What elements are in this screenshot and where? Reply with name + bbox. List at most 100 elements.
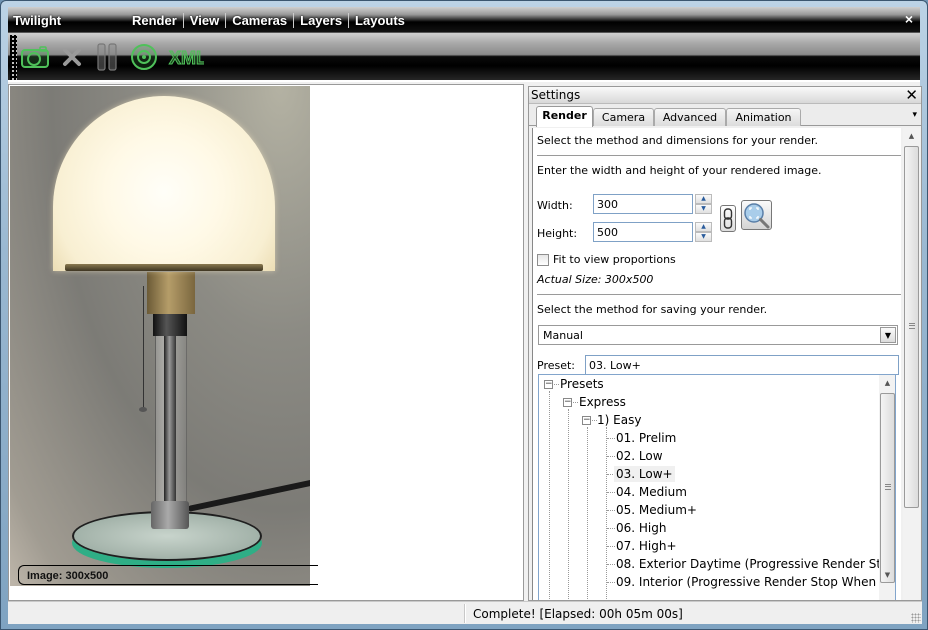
height-increment-icon[interactable]: ▲ xyxy=(695,222,712,232)
resize-grip-handle[interactable] xyxy=(911,613,921,623)
tree-connector xyxy=(607,582,615,583)
disc-icon xyxy=(131,44,157,70)
tree-connector xyxy=(607,528,615,529)
lamp-chain xyxy=(143,286,144,409)
lamp-globe xyxy=(53,96,275,271)
preset-label: Preset: xyxy=(537,359,576,372)
tree-node-preset[interactable]: 05. Medium+ xyxy=(616,502,697,518)
status-separator xyxy=(464,604,466,623)
scroll-grip-icon xyxy=(885,484,891,490)
height-stepper[interactable]: ▲ ▼ xyxy=(695,222,712,242)
export-xml-button[interactable]: XML xyxy=(168,43,205,71)
rendered-image xyxy=(10,86,310,586)
tree-node-preset[interactable]: 07. High+ xyxy=(616,538,677,554)
collapse-presets-icon[interactable]: − xyxy=(544,380,553,389)
render-settings-content: Select the method and dimensions for you… xyxy=(532,128,901,600)
tree-node-preset[interactable]: 01. Prelim xyxy=(616,430,676,446)
tree-node-preset[interactable]: 08. Exterior Daytime (Progressive Render… xyxy=(616,556,895,572)
app-close-button[interactable]: × xyxy=(905,11,913,27)
tree-connector xyxy=(607,546,615,547)
lamp-rod xyxy=(164,336,176,501)
app-title: Twilight xyxy=(13,13,62,28)
preset-input[interactable]: 03. Low+ xyxy=(585,355,899,375)
app-window: Twilight Render View Cameras Layers Layo… xyxy=(0,0,928,630)
intro-text: Select the method and dimensions for you… xyxy=(537,134,818,147)
preview-render-button[interactable] xyxy=(130,43,158,71)
collapse-express-icon[interactable]: − xyxy=(563,398,572,407)
tree-connector xyxy=(607,438,615,439)
status-bar: Complete! [Elapsed: 00h 05m 00s] xyxy=(8,601,922,624)
render-camera-button[interactable] xyxy=(20,43,50,71)
save-method-dropdown[interactable]: Manual ▼ xyxy=(538,325,898,345)
tree-node-preset[interactable]: 09. Interior (Progressive Render Stop Wh… xyxy=(616,574,895,590)
height-input[interactable]: 500 xyxy=(593,222,693,242)
tree-connector xyxy=(587,427,588,600)
height-decrement-icon[interactable]: ▼ xyxy=(695,232,712,242)
scroll-grip-icon xyxy=(909,323,915,329)
chain-link-icon xyxy=(723,208,733,229)
magnifier-icon xyxy=(744,203,770,229)
zoom-to-fit-button[interactable] xyxy=(741,200,772,230)
render-viewport[interactable]: Image: 300x500 xyxy=(8,84,524,601)
tree-node-preset[interactable]: 02. Low xyxy=(616,448,663,464)
main-menu: Render View Cameras Layers Layouts xyxy=(126,13,411,28)
tab-render[interactable]: Render xyxy=(536,106,593,127)
dimensions-hint: Enter the width and height of your rende… xyxy=(537,164,822,177)
tree-connector xyxy=(549,391,550,600)
render-status-text: Complete! [Elapsed: 00h 05m 00s] xyxy=(473,607,683,621)
tree-node-preset[interactable]: 06. High xyxy=(616,520,666,536)
scroll-down-icon[interactable]: ▼ xyxy=(879,567,895,584)
menu-view[interactable]: View xyxy=(184,13,227,28)
settings-close-button[interactable]: ✕ xyxy=(905,86,918,104)
scroll-up-icon[interactable]: ▲ xyxy=(903,128,920,145)
xml-icon: XML xyxy=(169,48,205,69)
toolbar-grip-handle[interactable] xyxy=(10,35,17,80)
width-input[interactable]: 300 xyxy=(593,194,693,214)
lock-aspect-button[interactable] xyxy=(720,205,736,232)
menu-bar: Twilight Render View Cameras Layers Layo… xyxy=(8,7,920,33)
collapse-easy-icon[interactable]: − xyxy=(582,416,591,425)
divider xyxy=(537,294,901,295)
tree-node-presets[interactable]: Presets xyxy=(560,376,604,392)
toolbar: XML xyxy=(8,33,920,82)
fit-to-view-checkbox[interactable] xyxy=(537,254,549,266)
tree-scrollbar[interactable]: ▲ ▼ xyxy=(879,375,895,600)
tab-advanced[interactable]: Advanced xyxy=(654,108,726,126)
width-increment-icon[interactable]: ▲ xyxy=(695,194,712,204)
divider xyxy=(537,155,901,156)
lamp-neck xyxy=(153,314,187,336)
window-client-area: Twilight Render View Cameras Layers Layo… xyxy=(8,7,922,624)
pause-render-button[interactable] xyxy=(96,43,118,71)
lamp-chain-bob xyxy=(139,407,147,412)
tree-node-express[interactable]: Express xyxy=(579,394,626,410)
pause-icon xyxy=(97,43,117,71)
settings-scroll-thumb[interactable] xyxy=(904,146,919,508)
menu-render[interactable]: Render xyxy=(126,13,184,28)
tree-scroll-thumb[interactable] xyxy=(880,393,895,583)
tree-connector xyxy=(607,564,615,565)
width-label: Width: xyxy=(537,199,573,212)
tab-camera[interactable]: Camera xyxy=(593,108,654,126)
chevron-down-icon[interactable]: ▼ xyxy=(880,327,896,343)
settings-scrollbar[interactable]: ▲ xyxy=(903,128,920,600)
lamp-rim xyxy=(65,264,263,271)
xml-icon-label: XML xyxy=(169,48,204,68)
tree-node-easy[interactable]: 1) Easy xyxy=(597,412,641,428)
tree-connector xyxy=(606,427,607,600)
settings-title: Settings xyxy=(531,88,581,102)
menu-layouts[interactable]: Layouts xyxy=(349,13,411,28)
settings-panel: Settings ✕ Render Camera Advanced Animat… xyxy=(528,86,922,601)
tab-animation[interactable]: Animation xyxy=(726,108,801,126)
width-decrement-icon[interactable]: ▼ xyxy=(695,204,712,214)
tree-connector xyxy=(607,492,615,493)
width-stepper[interactable]: ▲ ▼ xyxy=(695,194,712,214)
preset-tree: − Presets − Express − 1) Easy 01. Prelim… xyxy=(538,374,896,600)
scroll-up-icon[interactable]: ▲ xyxy=(879,375,895,392)
menu-cameras[interactable]: Cameras xyxy=(226,13,295,28)
menu-layers[interactable]: Layers xyxy=(294,13,350,28)
stop-render-button[interactable] xyxy=(60,43,84,71)
tab-overflow-menu-icon[interactable]: ▾ xyxy=(912,110,917,120)
lamp-socket xyxy=(147,272,195,314)
tree-node-preset[interactable]: 04. Medium xyxy=(616,484,687,500)
tree-node-preset-selected[interactable]: 03. Low+ xyxy=(614,466,675,482)
